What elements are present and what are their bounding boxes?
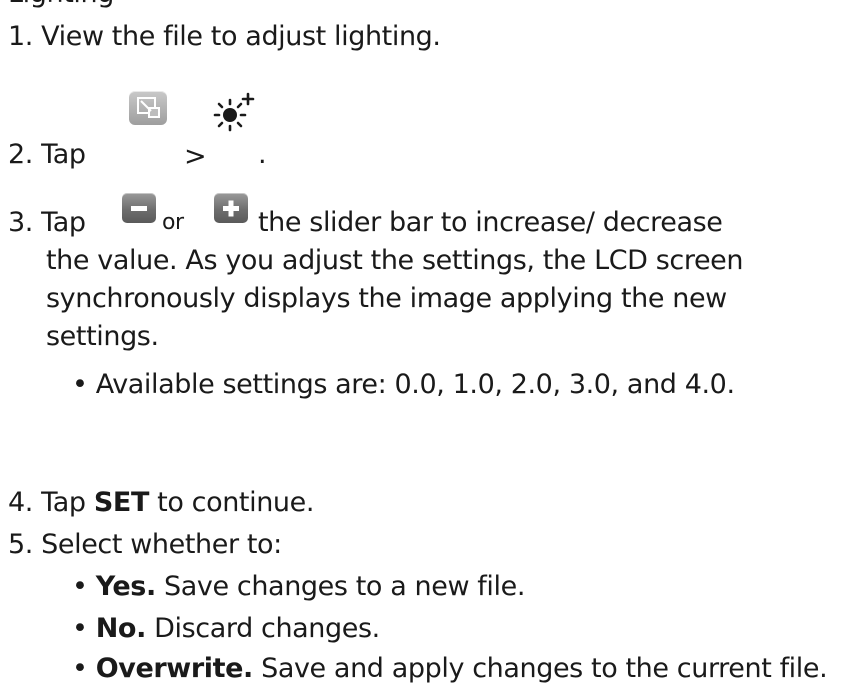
step-1-text: View the file to adjust lighting. [41, 21, 441, 52]
step-3-line-4: settings. [46, 321, 159, 352]
plus-button-icon [214, 193, 248, 223]
step-5-text: Select whether to: [41, 529, 282, 560]
option-yes-text: Save changes to a new file. [164, 571, 526, 602]
step-3-line-1: 3. Tap [8, 206, 86, 240]
step-3-tap: Tap [41, 207, 86, 238]
option-yes-label: Yes. [95, 571, 157, 602]
step-3-bullet: • Available settings are: 0.0, 1.0, 2.0,… [72, 368, 735, 402]
option-no-text: Discard changes. [154, 613, 380, 644]
option-overwrite: • Overwrite. Save and apply changes to t… [72, 652, 828, 686]
step-4-set: SET [93, 487, 150, 518]
step-2-tap: Tap [41, 139, 86, 170]
step-3-line-2: the value. As you adjust the settings, t… [46, 245, 744, 276]
cut-off-heading: Lighting [8, 0, 114, 9]
step-4-number: 4. [8, 487, 33, 518]
step-4-tap: Tap [41, 487, 86, 518]
step-3-or: or [162, 210, 184, 235]
step-4-text: to continue. [157, 487, 315, 518]
step-2-number: 2. [8, 139, 33, 170]
step-3-rest: the slider bar to increase/ decrease [258, 207, 723, 238]
step-5: 5. Select whether to: [8, 528, 282, 562]
minus-button-icon [122, 193, 156, 223]
bullet-dot: • [72, 613, 88, 644]
step-3-number: 3. [8, 207, 33, 238]
step-2-period: . [258, 139, 267, 170]
option-overwrite-label: Overwrite. [95, 653, 254, 684]
option-no: • No. Discard changes. [72, 612, 380, 646]
step-1-number: 1. [8, 21, 33, 52]
brightness-plus-icon [210, 92, 256, 136]
step-1: 1. View the file to adjust lighting. [8, 20, 441, 54]
step-5-number: 5. [8, 529, 33, 560]
crop-edit-icon [129, 91, 167, 125]
step-2: 2. Tap [8, 138, 86, 172]
step-3-bullet-text: Available settings are: 0.0, 1.0, 2.0, 3… [95, 369, 735, 400]
bullet-dot: • [72, 369, 88, 400]
step-2-separator: > [184, 141, 207, 172]
instruction-page: Lighting 1. View the file to adjust ligh… [0, 0, 861, 691]
option-no-label: No. [95, 613, 147, 644]
bullet-dot: • [72, 653, 88, 684]
step-4: 4. Tap SET to continue. [8, 486, 314, 520]
option-overwrite-text: Save and apply changes to the current fi… [261, 653, 828, 684]
step-3-line-3: synchronously displays the image applyin… [46, 283, 727, 314]
bullet-dot: • [72, 571, 88, 602]
option-yes: • Yes. Save changes to a new file. [72, 570, 525, 604]
